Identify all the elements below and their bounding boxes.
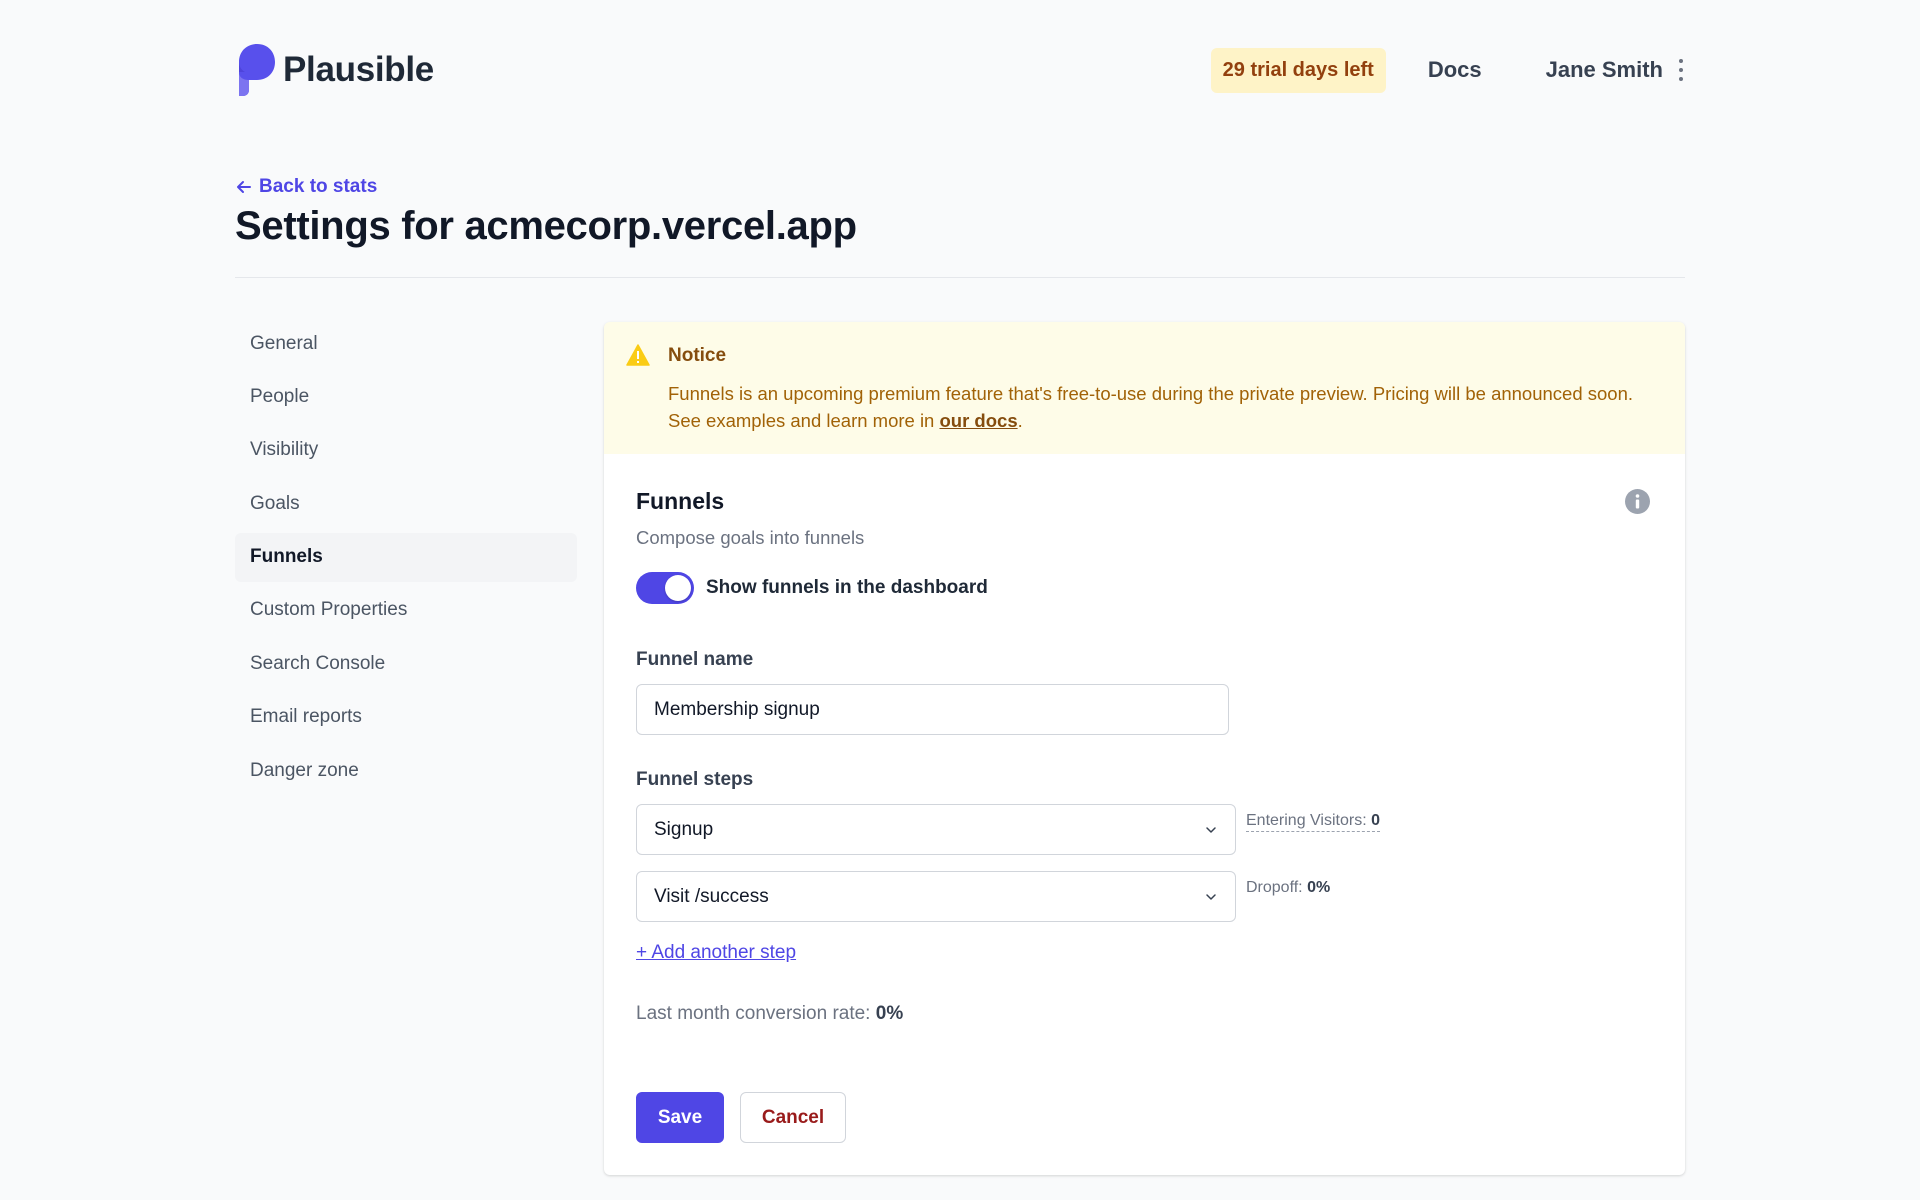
funnel-step-2-select[interactable]: Visit /success bbox=[636, 871, 1236, 922]
sidebar-item-general[interactable]: General bbox=[235, 319, 577, 368]
funnel-name-input[interactable] bbox=[636, 684, 1229, 735]
entering-visitors-value: 0 bbox=[1371, 812, 1380, 829]
warning-triangle-icon bbox=[626, 344, 650, 366]
header-actions: 29 trial days left Docs Jane Smith bbox=[1210, 47, 1685, 93]
sidebar-item-custom-properties[interactable]: Custom Properties bbox=[235, 586, 577, 635]
settings-page: Plausible 29 trial days left Docs Jane S… bbox=[0, 0, 1920, 1200]
notice-banner: Notice Funnels is an upcoming premium fe… bbox=[604, 322, 1685, 454]
arrow-left-icon bbox=[237, 181, 251, 193]
section-subtitle: Compose goals into funnels bbox=[636, 527, 865, 548]
notice-body: Funnels is an upcoming premium feature t… bbox=[668, 380, 1668, 434]
sidebar-item-search-console[interactable]: Search Console bbox=[235, 639, 577, 688]
toggle-knob bbox=[665, 575, 691, 601]
cancel-button[interactable]: Cancel bbox=[740, 1092, 846, 1143]
dropoff-label: Dropoff: bbox=[1246, 879, 1308, 896]
step-2-value: Visit /success bbox=[654, 885, 769, 907]
plausible-logo-icon bbox=[239, 44, 275, 96]
chevron-down-icon bbox=[1206, 826, 1216, 833]
sidebar-item-visibility[interactable]: Visibility bbox=[235, 426, 577, 475]
funnel-name-label: Funnel name bbox=[636, 649, 754, 670]
kebab-menu-icon bbox=[1677, 59, 1685, 81]
conversion-rate: Last month conversion rate: 0% bbox=[636, 1003, 903, 1025]
user-menu[interactable]: Jane Smith bbox=[1546, 57, 1685, 83]
docs-link[interactable]: Docs bbox=[1428, 57, 1482, 83]
sidebar-item-people[interactable]: People bbox=[235, 372, 577, 421]
show-funnels-toggle[interactable] bbox=[636, 572, 694, 604]
save-button[interactable]: Save bbox=[636, 1092, 724, 1143]
page-title: Settings for acmecorp.vercel.app bbox=[235, 204, 857, 248]
entering-visitors-label: Entering Visitors: bbox=[1246, 812, 1372, 829]
show-funnels-toggle-row: Show funnels in the dashboard bbox=[636, 572, 988, 604]
notice-text: Funnels is an upcoming premium feature t… bbox=[668, 383, 1634, 431]
brand-logo[interactable]: Plausible bbox=[235, 42, 434, 98]
toggle-label: Show funnels in the dashboard bbox=[706, 577, 988, 598]
conversion-value: 0% bbox=[875, 1003, 904, 1024]
add-another-step-link[interactable]: + Add another step bbox=[636, 942, 796, 964]
conversion-label: Last month conversion rate: bbox=[636, 1003, 876, 1024]
entering-visitors-stat: Entering Visitors: 0 bbox=[1246, 812, 1380, 832]
sidebar-item-funnels[interactable]: Funnels bbox=[235, 532, 577, 582]
our-docs-link[interactable]: our docs bbox=[939, 410, 1017, 431]
dropoff-value: 0% bbox=[1307, 879, 1331, 896]
sidebar-item-email-reports[interactable]: Email reports bbox=[235, 693, 577, 742]
settings-sidebar: General People Visibility Goals Funnels … bbox=[235, 319, 577, 800]
chevron-down-icon bbox=[1206, 893, 1216, 900]
sidebar-item-goals[interactable]: Goals bbox=[235, 479, 577, 528]
funnel-step-1-select[interactable]: Signup bbox=[636, 804, 1236, 855]
section-title: Funnels bbox=[636, 488, 725, 514]
top-header: Plausible 29 trial days left Docs Jane S… bbox=[235, 36, 1685, 104]
step-1-value: Signup bbox=[654, 818, 714, 840]
brand-name: Plausible bbox=[283, 50, 434, 89]
info-circle-icon[interactable] bbox=[1624, 488, 1651, 515]
notice-suffix: . bbox=[1017, 410, 1023, 431]
funnels-card: Notice Funnels is an upcoming premium fe… bbox=[604, 322, 1685, 1175]
trial-badge[interactable]: 29 trial days left bbox=[1210, 47, 1386, 93]
dropoff-stat: Dropoff: 0% bbox=[1246, 879, 1330, 897]
funnel-steps-label: Funnel steps bbox=[636, 769, 754, 790]
user-name: Jane Smith bbox=[1545, 57, 1663, 82]
notice-title: Notice bbox=[668, 345, 727, 366]
back-to-stats-link[interactable]: Back to stats bbox=[235, 176, 377, 198]
sidebar-item-danger-zone[interactable]: Danger zone bbox=[235, 746, 577, 795]
back-label: Back to stats bbox=[259, 176, 378, 197]
header-divider bbox=[235, 277, 1685, 278]
